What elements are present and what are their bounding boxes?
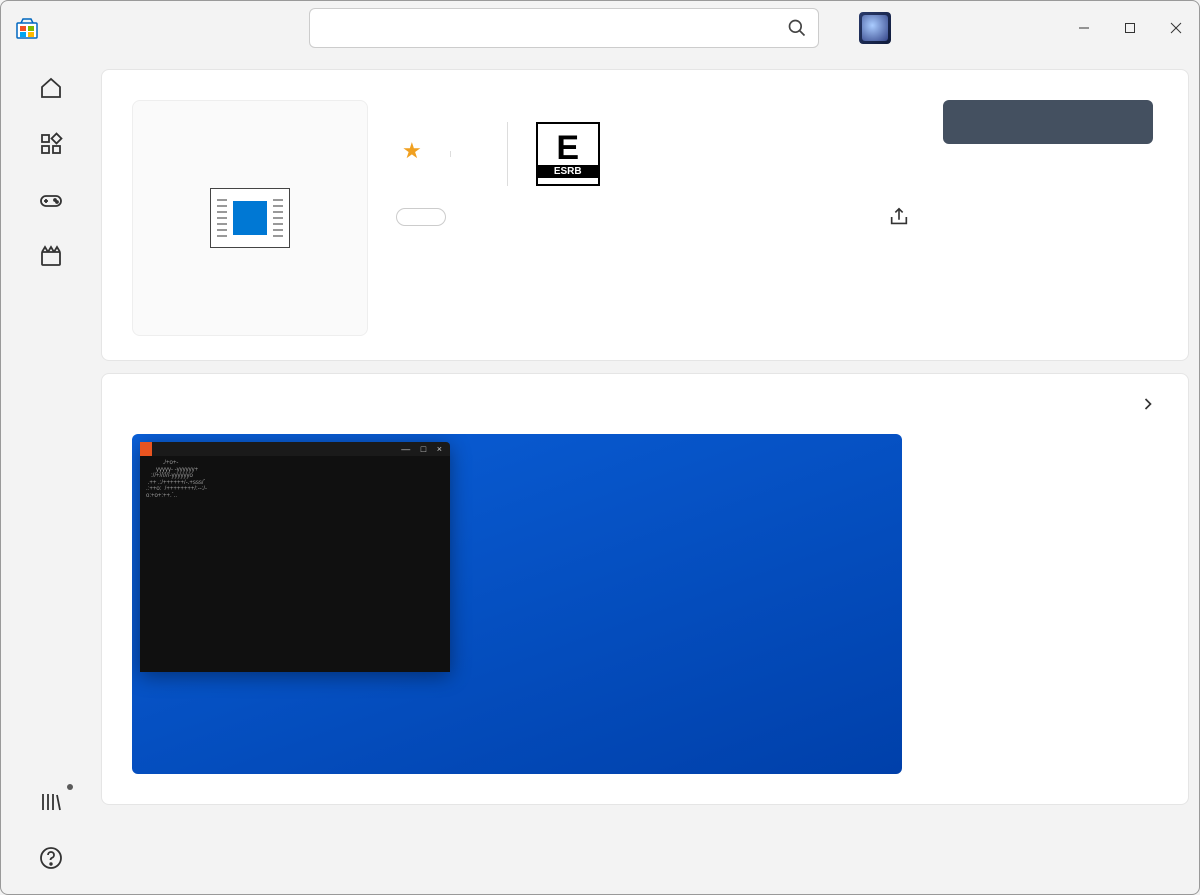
esrb-block[interactable]: EESRB (507, 122, 612, 186)
get-button[interactable] (943, 100, 1153, 144)
nav-movies-tv[interactable] (11, 240, 91, 278)
help-icon (39, 846, 63, 870)
apps-icon (39, 132, 63, 156)
nav-apps[interactable] (11, 128, 91, 166)
main-content: ★ EESRB (101, 69, 1191, 894)
chevron-right-icon (1138, 394, 1158, 414)
nav-help[interactable] (11, 842, 91, 880)
action-column (938, 100, 1158, 228)
ratings-count-block[interactable] (450, 151, 507, 157)
meta-row: ★ EESRB (396, 122, 910, 186)
nav-library[interactable] (11, 786, 91, 824)
home-icon (39, 76, 63, 100)
search-icon[interactable] (787, 18, 807, 38)
screenshots-row: — □ × ./+o+- yyyyy- -yyyyyy+ ://+//////-… (102, 434, 1188, 804)
user-avatar[interactable] (859, 12, 891, 44)
app-icon (132, 100, 368, 336)
search-container (309, 8, 819, 48)
close-button[interactable] (1153, 8, 1199, 48)
terminal-tab-ubuntu (140, 442, 152, 456)
screenshots-card: — □ × ./+o+- yyyyy- -yyyyyy+ ://+//////-… (101, 373, 1189, 805)
star-icon: ★ (402, 138, 422, 164)
maximize-button[interactable] (1107, 8, 1153, 48)
category-tag[interactable] (396, 208, 446, 226)
share-icon[interactable] (888, 206, 910, 228)
sidebar (1, 54, 101, 894)
nav-gaming[interactable] (11, 184, 91, 222)
movies-icon (39, 244, 63, 268)
minimize-button[interactable] (1061, 8, 1107, 48)
window-controls (1061, 8, 1199, 48)
gaming-icon (39, 188, 63, 212)
app-hero-card: ★ EESRB (101, 69, 1189, 361)
store-logo-icon (15, 16, 39, 40)
app-info: ★ EESRB (396, 100, 910, 228)
rating-block[interactable]: ★ (396, 138, 450, 170)
search-input[interactable] (309, 8, 819, 48)
title-bar (1, 1, 1199, 54)
screenshots-header[interactable] (102, 374, 1188, 434)
nav-home[interactable] (11, 72, 91, 110)
library-icon (39, 790, 63, 814)
screenshot-1[interactable]: — □ × ./+o+- yyyyy- -yyyyyy+ ://+//////-… (132, 434, 902, 774)
esrb-icon: EESRB (536, 122, 600, 186)
